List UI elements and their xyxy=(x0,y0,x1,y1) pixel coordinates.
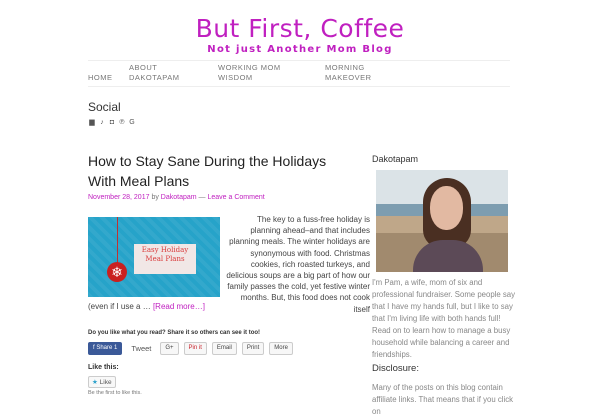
post-title[interactable]: How to Stay Sane During the Holidays Wit… xyxy=(88,151,348,191)
pinterest-icon[interactable]: ℗ xyxy=(118,119,126,127)
excerpt-tail: (even if I use a … [Read more…] xyxy=(88,302,205,311)
instagram-icon[interactable]: ◘ xyxy=(108,119,116,127)
excerpt-line: planning ahead–and that includes xyxy=(250,226,370,236)
nav-divider-bottom xyxy=(88,86,510,87)
email-share-button[interactable]: Email xyxy=(211,342,237,355)
excerpt-line: family passes the cold, yet festive wint… xyxy=(227,282,370,292)
hero-caption: Easy Holiday Meal Plans xyxy=(134,244,196,274)
nav-item-label: WORKING MOM xyxy=(218,63,281,72)
like-button-label: Like xyxy=(99,379,112,386)
excerpt-line: The key to a fuss-free holiday is xyxy=(257,215,370,224)
nav-item-about-dakotapam[interactable]: ABOUT DAKOTAPAM xyxy=(129,63,179,83)
more-share-button[interactable]: More xyxy=(269,342,293,355)
pin-it-button[interactable]: Pin it xyxy=(183,342,207,355)
tweet-button[interactable]: Tweet xyxy=(127,343,155,354)
disclosure-text: Many of the posts on this blog contain a… xyxy=(372,383,513,416)
google-plus-button[interactable]: G+ xyxy=(160,342,179,355)
nav-item-label: ABOUT xyxy=(129,63,158,72)
site-tagline: Not just Another Mom Blog xyxy=(207,44,393,55)
facebook-share-button[interactable]: f Share 1 xyxy=(88,342,123,355)
nav-item-working-mom-wisdom[interactable]: WORKING MOM WISDOM xyxy=(218,63,281,83)
likes-note: Be the first to like this. xyxy=(88,390,142,396)
likes-label: Like this: xyxy=(88,364,119,371)
ornament-string xyxy=(117,217,118,263)
nav-item-label: DAKOTAPAM xyxy=(129,73,180,82)
post-meta: November 28, 2017 by Dakotapam — Leave a… xyxy=(88,194,265,201)
nav-item-label: HOME xyxy=(88,73,113,82)
post-meta-separator: — xyxy=(198,194,206,201)
social-icons: ▆ ♪ ◘ ℗ G xyxy=(88,119,136,127)
nav-item-label: WISDOM xyxy=(218,73,253,82)
post-featured-image[interactable]: ❄ Easy Holiday Meal Plans xyxy=(88,217,220,297)
nav-item-home[interactable]: HOME xyxy=(88,73,113,83)
site-title[interactable]: But First, Coffee xyxy=(0,14,600,43)
post-excerpt: The key to a fuss-free holiday is planni… xyxy=(224,214,370,315)
post-by: by xyxy=(151,194,159,201)
post-author[interactable]: Dakotapam xyxy=(161,194,197,201)
star-icon: ★ xyxy=(92,379,98,386)
nav-item-label: MORNING xyxy=(325,63,365,72)
disclosure-title: Disclosure: xyxy=(372,363,419,374)
google-plus-icon[interactable]: G xyxy=(128,119,136,127)
nav-divider-top xyxy=(88,60,510,61)
excerpt-line: months. But, this food does not cook its… xyxy=(240,293,370,314)
share-buttons: f Share 1 Tweet G+ Pin it Email Print Mo… xyxy=(88,342,293,355)
author-photo xyxy=(376,170,508,272)
leave-comment-link[interactable]: Leave a Comment xyxy=(208,194,265,201)
excerpt-line: delicious soups are a big part of how ou… xyxy=(226,271,370,281)
nav-item-morning-makeover[interactable]: MORNING MAKEOVER xyxy=(325,63,372,83)
snowflake-ornament-icon: ❄ xyxy=(107,262,127,282)
excerpt-line: cookies, rich roasted turkeys, and xyxy=(250,259,370,269)
excerpt-last-line: (even if I use a … xyxy=(88,302,151,311)
excerpt-line: planning meals. The winter holidays are xyxy=(229,237,370,247)
like-button[interactable]: ★ Like xyxy=(88,376,116,388)
facebook-icon[interactable]: ▆ xyxy=(88,119,96,127)
read-more-link[interactable]: [Read more…] xyxy=(153,302,205,311)
author-bio: I'm Pam, a wife, mom of six and professi… xyxy=(372,278,516,359)
social-widget-title: Social xyxy=(88,100,121,114)
sidebar-widget-title: Dakotapam xyxy=(372,154,419,164)
share-prompt: Do you like what you read? Share it so o… xyxy=(88,330,261,336)
excerpt-line: synonymous with food. Christmas xyxy=(250,248,370,258)
nav-item-label: MAKEOVER xyxy=(325,73,372,82)
post-date[interactable]: November 28, 2017 xyxy=(88,194,149,201)
print-button[interactable]: Print xyxy=(241,342,265,355)
twitter-icon[interactable]: ♪ xyxy=(98,119,106,127)
